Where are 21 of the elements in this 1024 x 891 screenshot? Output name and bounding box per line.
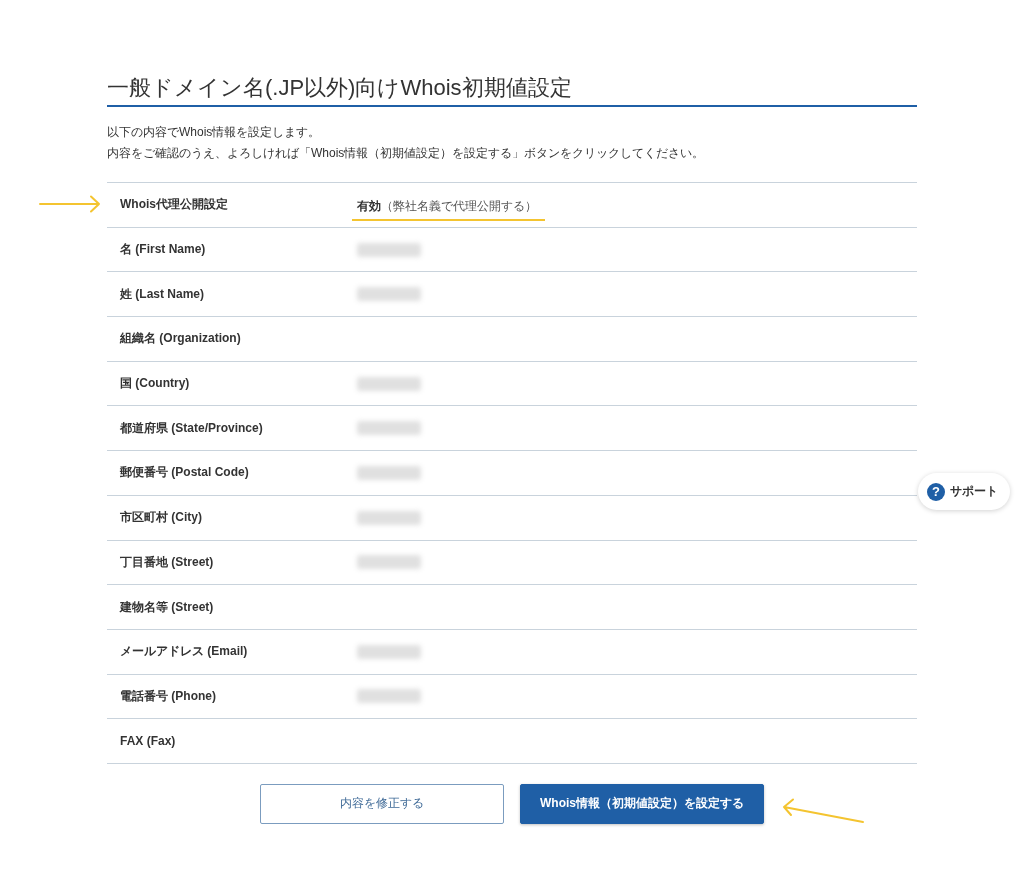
- edit-button[interactable]: 内容を修正する: [260, 783, 504, 824]
- help-icon: ?: [927, 482, 945, 501]
- field-label: 市区町村 (City): [119, 509, 203, 527]
- field-value: 有効（弊社名義で代理公開する）: [357, 198, 537, 214]
- field-label: 姓 (Last Name): [119, 285, 206, 303]
- field-label: 丁目番地 (Street): [119, 553, 215, 571]
- intro-text: 内容をご確認のうえ、よろしければ「Whois情報（初期値設定）を設定する」ボタンをクリックしてください。: [107, 145, 706, 162]
- field-label: Whois代理公開設定: [119, 196, 229, 214]
- field-label: 郵便番号 (Postal Code): [119, 464, 250, 482]
- field-label: 名 (First Name): [119, 241, 207, 259]
- support-button[interactable]: ? サポート: [918, 473, 1010, 510]
- intro-text: 以下の内容でWhois情報を設定します。: [107, 124, 322, 141]
- field-label: 国 (Country): [119, 375, 191, 393]
- field-label: FAX (Fax): [119, 734, 177, 749]
- field-label: メールアドレス (Email): [119, 643, 249, 661]
- field-label: 都道府県 (State/Province): [119, 419, 264, 437]
- page-title: 一般ドメイン名(.JP以外)向けWhois初期値設定: [107, 74, 572, 102]
- field-label: 電話番号 (Phone): [119, 687, 217, 705]
- field-label: 建物名等 (Street): [118, 598, 215, 616]
- field-label: 組織名 (Organization): [119, 330, 242, 348]
- submit-button[interactable]: Whois情報（初期値設定）を設定する: [520, 783, 764, 824]
